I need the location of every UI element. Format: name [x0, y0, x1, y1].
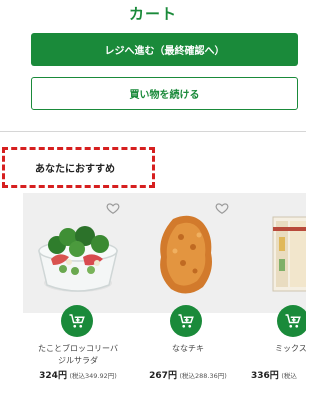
product-card-nanachiki[interactable]: ななチキ 267円 (税込288.36円) — [133, 193, 243, 393]
add-to-cart-icon[interactable] — [61, 305, 93, 337]
recommendations-heading: あなたにおすすめ — [35, 164, 115, 175]
product-price: 324円 (税込349.92円) — [23, 368, 133, 381]
sandwich-product-image[interactable] — [243, 207, 306, 303]
salad-product-image[interactable] — [23, 207, 133, 303]
product-price: 267円 (税込288.36円) — [133, 368, 243, 381]
product-price: 336円 (税込 — [251, 368, 297, 381]
add-to-cart-icon[interactable] — [170, 305, 202, 337]
price-value: 324円 — [39, 371, 67, 381]
continue-shopping-button[interactable]: 買い物を続ける — [31, 77, 298, 110]
price-value: 267円 — [149, 371, 177, 381]
fried-chicken-product-image[interactable] — [133, 207, 243, 303]
product-card-salad[interactable]: たことブロッコリーバジルサラダ 324円 (税込349.92円) — [23, 193, 133, 393]
add-to-cart-icon[interactable] — [277, 305, 306, 337]
product-name[interactable]: たことブロッコリーバジルサラダ — [23, 343, 133, 367]
product-name[interactable]: ミックスサ — [275, 343, 306, 355]
price-value: 336円 — [251, 371, 279, 381]
checkout-button[interactable]: レジへ進む（最終確認へ） — [31, 33, 298, 66]
product-name[interactable]: ななチキ — [133, 343, 243, 355]
price-tax-included: (税込349.92円) — [69, 372, 117, 380]
price-tax-included: (税込 — [281, 372, 297, 380]
section-divider — [0, 131, 306, 132]
recommendations-heading-highlight: あなたにおすすめ — [2, 147, 155, 188]
page-title: カート — [128, 5, 177, 23]
price-tax-included: (税込288.36円) — [179, 372, 227, 380]
product-card-mix-sandwich[interactable]: ミックスサ 336円 (税込 — [243, 193, 306, 393]
